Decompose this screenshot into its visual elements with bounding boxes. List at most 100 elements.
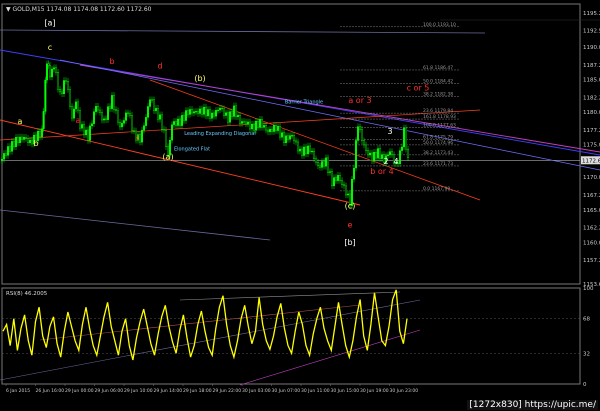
candle-body bbox=[369, 152, 372, 156]
pattern-annotation: Elongated Flat bbox=[174, 147, 210, 153]
candle-body bbox=[120, 123, 123, 128]
candle-body bbox=[80, 124, 83, 129]
candle-body bbox=[102, 118, 105, 121]
candle-body bbox=[182, 115, 185, 121]
candle-body bbox=[283, 132, 286, 143]
candle-body bbox=[405, 127, 408, 150]
candle-body bbox=[114, 109, 117, 112]
candle-body bbox=[154, 108, 157, 111]
y-tick-label: 1180.00 bbox=[583, 110, 600, 116]
candle-body bbox=[116, 110, 119, 123]
candle-body bbox=[321, 161, 324, 168]
candle-body bbox=[180, 115, 183, 126]
candle-body bbox=[164, 129, 167, 147]
candle-body bbox=[8, 146, 11, 152]
chart-header: ▼ GOLD,M15 1174.08 1174.08 1172.60 1172.… bbox=[6, 6, 152, 13]
x-tick-label: 30 Jun 15:00 bbox=[331, 388, 360, 394]
wave-label: 4 bbox=[393, 157, 398, 166]
candle-body bbox=[124, 112, 127, 121]
candle-body bbox=[261, 119, 264, 128]
trendline bbox=[0, 29, 486, 34]
candle-body bbox=[267, 129, 270, 133]
candle-body bbox=[44, 79, 47, 112]
candle-body bbox=[220, 107, 223, 110]
candle-body bbox=[265, 125, 268, 131]
candle-body bbox=[236, 115, 239, 117]
candle-body bbox=[315, 158, 318, 163]
candle-body bbox=[228, 111, 231, 123]
wave-label: [b] bbox=[344, 238, 355, 247]
candle-body bbox=[287, 135, 290, 140]
candle-body bbox=[92, 111, 95, 124]
candle-body bbox=[403, 127, 406, 148]
candle-body bbox=[88, 125, 91, 141]
candle-body bbox=[242, 121, 245, 123]
candle-body bbox=[76, 101, 79, 111]
candle-body bbox=[126, 112, 129, 114]
candle-body bbox=[188, 109, 191, 115]
candle-body bbox=[98, 109, 101, 113]
candle-body bbox=[271, 129, 274, 132]
candle-body bbox=[70, 106, 73, 119]
candle-body bbox=[379, 148, 382, 159]
current-price-label: 1172.60 bbox=[582, 158, 600, 164]
y-tick-label: 1182.25 bbox=[583, 95, 600, 101]
candle-body bbox=[232, 105, 235, 117]
candle-body bbox=[25, 137, 28, 139]
candle-body bbox=[212, 112, 215, 117]
candle-body bbox=[273, 125, 276, 132]
candle-body bbox=[49, 65, 52, 78]
candle-body bbox=[51, 68, 54, 78]
candle-body bbox=[285, 135, 288, 143]
candle-body bbox=[17, 137, 20, 143]
candle-body bbox=[391, 151, 394, 155]
candle-body bbox=[148, 99, 151, 107]
candle-body bbox=[275, 125, 278, 131]
candle-body bbox=[305, 146, 308, 155]
pattern-annotation: Barrier Triangle bbox=[285, 100, 323, 106]
candle-body bbox=[106, 106, 109, 120]
candle-body bbox=[176, 118, 179, 126]
candle-body bbox=[244, 121, 247, 125]
candle-body bbox=[178, 118, 181, 126]
candle-body bbox=[100, 112, 103, 121]
candle-body bbox=[313, 150, 316, 159]
x-tick-label: 6 Jan 2015 bbox=[6, 388, 30, 394]
x-tick-label: 29 Jun 06:00 bbox=[95, 388, 124, 394]
trading-chart[interactable]: ▼ GOLD,M15 1174.08 1174.08 1172.60 1172.… bbox=[0, 0, 600, 411]
wave-label: c or 5 bbox=[407, 84, 430, 93]
fib-level-label: 38.2 1173.43 bbox=[423, 150, 453, 156]
candle-body bbox=[226, 112, 229, 123]
candle-body bbox=[291, 135, 294, 137]
y-tick-label: 1192.50 bbox=[583, 29, 600, 35]
candle-body bbox=[230, 111, 233, 117]
rsi-trendline bbox=[179, 291, 401, 301]
candle-body bbox=[3, 153, 6, 160]
candle-body bbox=[47, 63, 50, 66]
fib-level-label: 61.8 1186.47 bbox=[423, 65, 453, 71]
x-tick-label: 30 Jun 11:00 bbox=[301, 388, 330, 394]
candle-body bbox=[295, 140, 298, 143]
y-tick-label: 1160.00 bbox=[583, 240, 600, 246]
candle-body bbox=[355, 140, 358, 169]
candle-body bbox=[222, 108, 225, 116]
candle-body bbox=[389, 151, 392, 155]
candle-body bbox=[192, 111, 195, 114]
candle-body bbox=[94, 106, 97, 112]
candle-body bbox=[250, 123, 253, 130]
candle-body bbox=[269, 129, 272, 133]
candle-body bbox=[407, 148, 410, 158]
candle-body bbox=[238, 115, 241, 124]
fib-level-label: 61.8 1175.79 bbox=[423, 135, 453, 141]
x-tick-label: 30 Jun 23:00 bbox=[390, 388, 419, 394]
candle-body bbox=[323, 161, 326, 167]
candle-body bbox=[331, 171, 334, 187]
candle-body bbox=[122, 120, 125, 124]
trendline bbox=[0, 209, 271, 241]
candle-body bbox=[144, 117, 147, 126]
candle-body bbox=[210, 112, 213, 119]
candle-body bbox=[196, 111, 199, 114]
wave-label: (b) bbox=[194, 74, 205, 83]
candle-body bbox=[297, 141, 300, 152]
candle-body bbox=[343, 184, 346, 187]
